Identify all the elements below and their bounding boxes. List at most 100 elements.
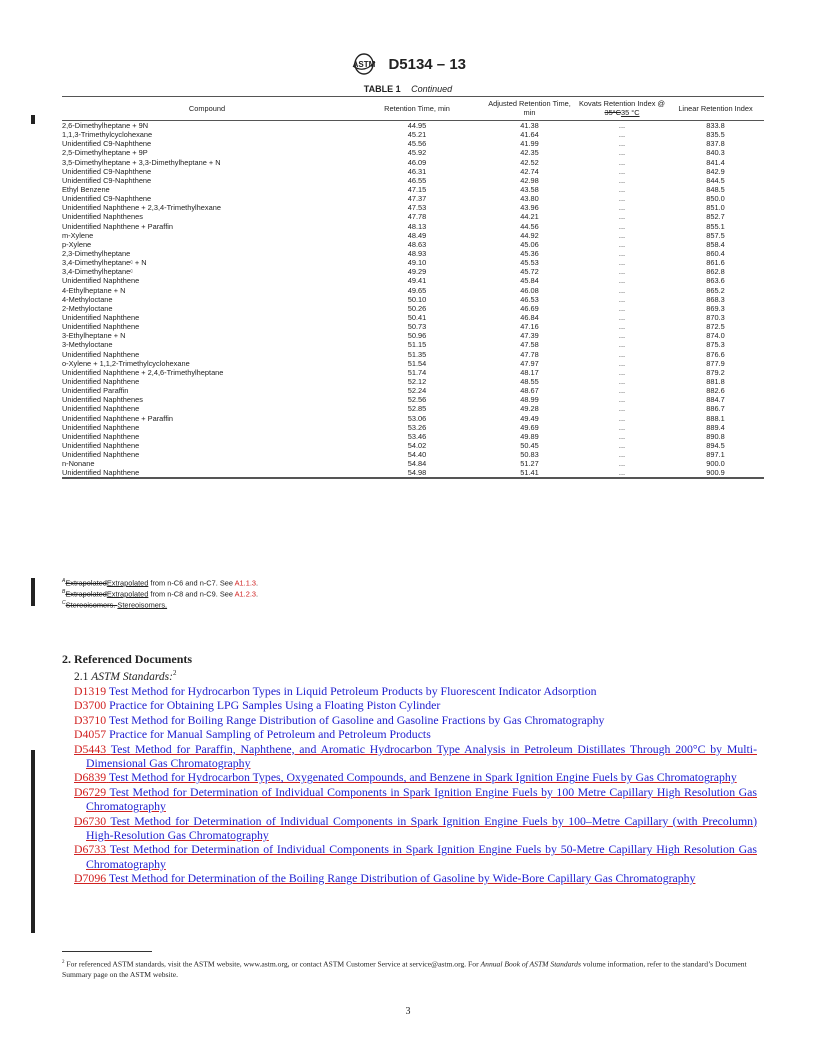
compound-cell: Unidentified Naphthene + 2,3,4-Trimethyl… <box>62 203 221 213</box>
adjusted-retention-cell: 47.58 <box>520 340 539 350</box>
adjusted-retention-cell: 44.21 <box>520 212 539 222</box>
kovats-cell: ... <box>618 413 626 423</box>
linear-index-cell: 837.8 <box>706 139 725 149</box>
linear-index-cell: 900.0 <box>706 459 725 469</box>
linear-index-cell: 835.5 <box>706 130 725 140</box>
table-row: 3,4-Dimethylheptaneᶜ 49.29 45.72... 862.8 <box>62 267 764 276</box>
annex-link[interactable]: A1.1.3 <box>235 578 256 587</box>
reference-code-link[interactable]: D3700 <box>74 698 106 712</box>
reference-code-link[interactable]: D3710 <box>74 713 106 727</box>
reference-code-link[interactable]: D1319 <box>74 684 106 698</box>
kovats-cell: ... <box>618 267 626 277</box>
linear-index-cell: 833.8 <box>706 121 725 131</box>
adjusted-retention-cell: 47.97 <box>520 358 539 368</box>
retention-time-cell: 52.56 <box>407 395 427 405</box>
kovats-cell: ... <box>618 157 626 167</box>
footnote-text: For referenced ASTM standards, visit the… <box>66 959 481 969</box>
table-number: TABLE 1 <box>363 84 401 94</box>
footnote-rule <box>62 951 152 952</box>
compound-cell: 3,4-Dimethylheptaneᶜ <box>62 267 133 277</box>
reference-title-link[interactable]: Test Method for Hydrocarbon Types, Oxyge… <box>109 770 737 784</box>
table-row: Unidentified Naphthene + Paraffin 48.13 44… <box>62 222 764 231</box>
reference-item: D5443 Test Method for Paraffin, Naphthen… <box>74 742 757 771</box>
annex-link[interactable]: A1.2.3 <box>235 589 256 598</box>
reference-code-link[interactable]: D6733 <box>74 842 106 856</box>
reference-title-link[interactable]: Test Method for Determination of Individ… <box>86 842 757 870</box>
linear-index-cell: 875.3 <box>706 340 725 350</box>
table-row: n-Nonane 54.84 51.27... 900.0 <box>62 459 764 468</box>
adjusted-retention-cell: 46.53 <box>520 294 539 304</box>
table-row: Unidentified C9-Naphthene 46.31 42.74... 84… <box>62 167 764 176</box>
linear-index-cell: 848.5 <box>706 185 725 195</box>
reference-item: D4057 Practice for Manual Sampling of Pe… <box>74 727 757 741</box>
reference-title-link[interactable]: Test Method for Determination of Individ… <box>86 814 757 842</box>
retention-time-cell: 48.93 <box>407 249 427 259</box>
retention-time-cell: 53.06 <box>407 413 427 423</box>
adjusted-retention-cell: 43.80 <box>520 194 539 204</box>
reference-code-link[interactable]: D6730 <box>74 814 106 828</box>
reference-code-link[interactable]: D5443 <box>74 742 106 756</box>
compound-cell: Unidentified Naphthene <box>62 468 352 480</box>
retention-time-cell: 52.12 <box>407 377 427 386</box>
retention-time-cell: 46.31 <box>407 166 427 176</box>
document-id: D5134 – 13 <box>388 55 467 73</box>
reference-title-link[interactable]: Test Method for Boiling Range Distributi… <box>109 713 605 727</box>
adjusted-retention-cell: 46.08 <box>520 285 539 295</box>
linear-index-cell: 861.6 <box>706 258 725 268</box>
linear-index-cell: 900.9 <box>667 468 764 480</box>
retention-time-cell: 51.74 <box>407 367 427 377</box>
table-row: Unidentified C9-Naphthene 47.37 43.80... 85… <box>62 194 764 203</box>
retention-time-cell: 54.02 <box>407 440 427 450</box>
kovats-cell: ... <box>618 431 626 441</box>
reference-title-link[interactable]: Test Method for Determination of Individ… <box>86 785 757 813</box>
table-row: Unidentified Naphthene 51.35 47.78... 876.6 <box>62 350 764 359</box>
table-row: 3-Methyloctane 51.15 47.58... 875.3 <box>62 340 764 349</box>
kovats-cell: ... <box>618 386 626 396</box>
reference-code-link[interactable]: D6839 <box>74 770 106 784</box>
linear-index-cell: 882.6 <box>706 386 725 396</box>
table-row: Unidentified C9-Naphthene 45.56 41.99... 83… <box>62 139 764 148</box>
retention-time-cell: 52.85 <box>407 404 427 414</box>
kovats-cell: ... <box>618 285 626 295</box>
reference-title-link[interactable]: Test Method for Paraffin, Naphthene, and… <box>86 742 757 770</box>
kovats-cell: ... <box>618 377 626 386</box>
adjusted-retention-cell: 45.84 <box>520 276 539 286</box>
kovats-cell: ... <box>618 175 626 185</box>
reference-item: D6730 Test Method for Determination of I… <box>74 814 757 843</box>
table-footnote: BExtrapolatedExtrapolated from n-C8 and … <box>62 588 258 599</box>
page-number: 3 <box>405 1006 411 1017</box>
linear-index-cell: 852.7 <box>706 212 725 222</box>
adjusted-retention-cell: 47.16 <box>520 322 539 332</box>
adjusted-retention-cell: 49.28 <box>520 404 539 414</box>
reference-title-link[interactable]: Practice for Manual Sampling of Petroleu… <box>109 727 431 741</box>
retention-time-cell: 46.55 <box>407 175 427 185</box>
retention-time-cell: 48.13 <box>407 221 427 231</box>
linear-index-cell: 841.4 <box>706 157 725 167</box>
footnote-italic: Annual Book of ASTM Standards <box>480 959 581 969</box>
adjusted-retention-cell: 42.98 <box>520 175 539 185</box>
compound-cell: Unidentified Paraffin <box>62 386 129 396</box>
linear-index-cell: 879.2 <box>706 367 725 377</box>
table-row: 4-Ethylheptane + N 49.65 46.08... 865.2 <box>62 286 764 295</box>
punctuation: . <box>256 578 259 588</box>
kovats-cell: ... <box>618 258 626 268</box>
reference-code-link[interactable]: D6729 <box>74 785 106 799</box>
retention-time-cell: 48.63 <box>407 239 427 249</box>
reference-code-link[interactable]: D7096 <box>74 871 106 885</box>
adjusted-retention-cell: 48.99 <box>520 395 539 405</box>
table-row: Unidentified Naphthene 52.12 48.55... 881.8 <box>62 377 764 386</box>
kovats-cell: ... <box>618 230 626 240</box>
linear-index-cell: 855.1 <box>706 221 725 231</box>
adjusted-retention-cell: 48.67 <box>520 386 539 396</box>
compound-cell: Unidentified Naphthene + Paraffin <box>62 221 174 231</box>
kovats-cell: ... <box>618 276 626 286</box>
retention-time-cell: 45.56 <box>407 139 427 149</box>
adjusted-retention-cell: 42.74 <box>520 166 539 176</box>
reference-code-link[interactable]: D4057 <box>74 727 106 741</box>
reference-title-link[interactable]: Test Method for Hydrocarbon Types in Liq… <box>109 684 597 698</box>
page-header: ASTM D5134 – 13 <box>0 52 816 76</box>
table-row: m-Xylene 48.49 44.92... 857.5 <box>62 231 764 240</box>
linear-index-cell: 881.8 <box>706 377 725 386</box>
reference-title-link[interactable]: Test Method for Determination of the Boi… <box>109 871 696 885</box>
reference-title-link[interactable]: Practice for Obtaining LPG Samples Using… <box>109 698 440 712</box>
